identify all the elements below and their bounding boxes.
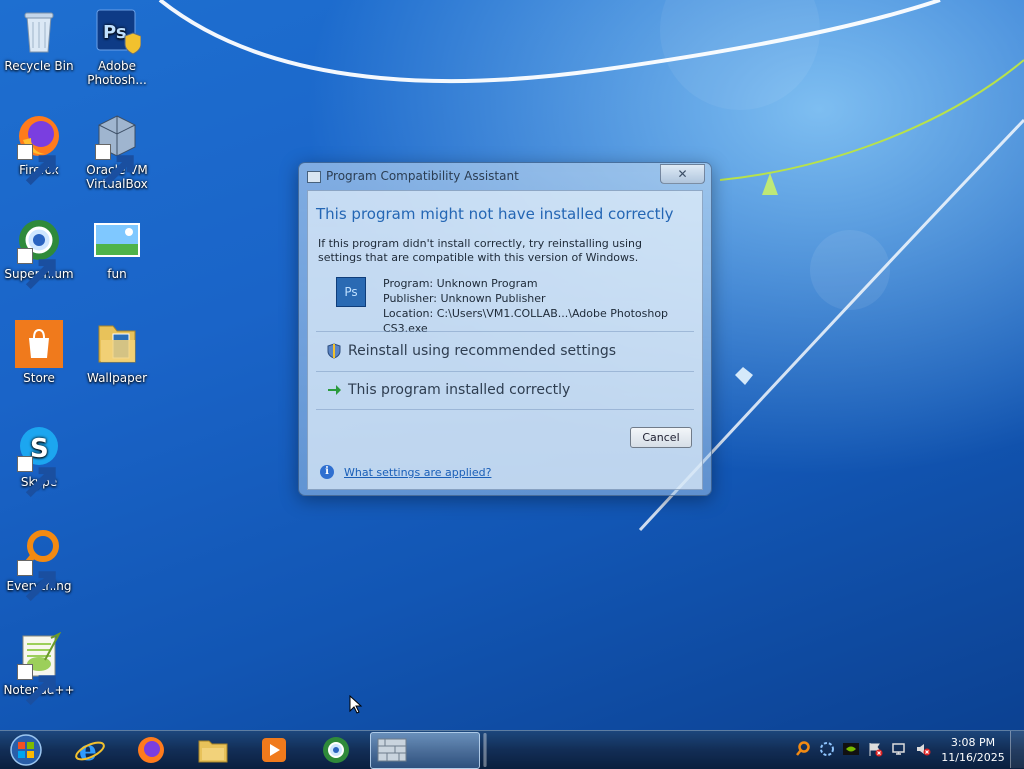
store-icon: [15, 320, 63, 368]
folder-icon: [93, 320, 141, 368]
dialog-titlebar[interactable]: Program Compatibility Assistant ✕: [299, 163, 711, 189]
program-name: Program: Unknown Program: [383, 277, 538, 290]
taskbar-supermium[interactable]: [309, 733, 363, 767]
dialog-content: This program might not have installed co…: [307, 190, 703, 490]
recycle-bin-icon: [15, 8, 63, 56]
desktop-icon-everything[interactable]: Everything: [0, 528, 78, 602]
everything-search-icon: [15, 528, 63, 602]
close-button[interactable]: ✕: [660, 164, 705, 184]
media-player-icon: [262, 738, 286, 762]
mouse-cursor-icon: [349, 695, 363, 714]
window-app-icon: [307, 171, 321, 183]
internet-explorer-icon: e: [75, 735, 105, 765]
reinstall-option-label: Reinstall using recommended settings: [348, 343, 617, 359]
desktop-icon-notepadpp[interactable]: Notepad++: [0, 632, 78, 706]
firefox-icon: [138, 737, 164, 763]
taskbar-divider: [483, 733, 487, 767]
desktop-icon-skype[interactable]: S Skype: [0, 424, 78, 498]
nvidia-tray-icon[interactable]: [843, 741, 859, 757]
shortcut-arrow-icon: [17, 664, 56, 706]
skype-icon: S: [15, 424, 63, 498]
network-tray-icon[interactable]: [891, 741, 907, 757]
desktop-icon-supermium[interactable]: Supermium: [0, 216, 78, 290]
desktop-icon-recycle-bin[interactable]: Recycle Bin: [0, 8, 78, 73]
installed-correctly-option[interactable]: This program installed correctly: [320, 376, 690, 404]
desktop-icon-virtualbox[interactable]: Oracle VM VirtualBox: [78, 112, 156, 191]
clock-time: 3:08 PM: [950, 736, 996, 749]
cancel-button[interactable]: Cancel: [630, 427, 692, 448]
divider: [316, 371, 694, 372]
divider: [316, 409, 694, 410]
dialog-footer: i What settings are applied?: [308, 455, 702, 489]
compatibility-assistant-icon: [377, 738, 407, 762]
desktop-icon-fun[interactable]: fun: [78, 216, 156, 281]
search-tray-icon[interactable]: [795, 741, 811, 757]
green-arrow-icon: [328, 385, 341, 395]
desktop-icon-label: Recycle Bin: [4, 59, 74, 73]
desktop-icon-label: Wallpaper: [86, 371, 148, 385]
flag-tray-icon[interactable]: [867, 741, 883, 757]
taskbar-internet-explorer[interactable]: e: [63, 733, 117, 767]
dialog-headline: This program might not have installed co…: [316, 205, 674, 223]
installed-option-label: This program installed correctly: [348, 382, 571, 398]
divider: [316, 331, 694, 332]
shortcut-arrow-icon: [17, 248, 56, 290]
show-desktop-button[interactable]: [1010, 731, 1024, 768]
desktop-icon-store[interactable]: Store: [0, 320, 78, 385]
taskbar-firefox[interactable]: [124, 733, 178, 767]
photoshop-icon: Ps: [93, 8, 141, 56]
settings-help-link[interactable]: What settings are applied?: [344, 466, 491, 479]
desktop-icon-label: fun: [107, 267, 127, 281]
shortcut-arrow-icon: [17, 560, 56, 602]
sync-tray-icon[interactable]: [819, 741, 835, 757]
notepadpp-icon: [15, 632, 63, 706]
photoshop-program-icon: Ps: [336, 277, 366, 307]
image-file-icon: [93, 216, 141, 264]
virtualbox-icon: [93, 112, 141, 186]
dialog-title: Program Compatibility Assistant: [326, 169, 519, 183]
desktop-icon-adobe-photoshop[interactable]: Ps Adobe Photosh...: [78, 8, 156, 87]
shortcut-arrow-icon: [17, 144, 56, 186]
desktop-icon-label: Adobe Photosh...: [87, 59, 147, 87]
shield-icon: [327, 343, 341, 359]
info-icon: i: [320, 465, 334, 479]
shortcut-arrow-icon: [95, 144, 134, 186]
desktop-icon-label: Store: [23, 371, 55, 385]
taskbar-media-player[interactable]: [247, 733, 301, 767]
volume-muted-icon[interactable]: [915, 741, 931, 757]
desktop-icon-wallpaper[interactable]: Wallpaper: [78, 320, 156, 385]
file-explorer-icon: [198, 740, 228, 763]
svg-text:Ps: Ps: [103, 22, 127, 43]
taskbar-active-window[interactable]: [370, 732, 480, 769]
start-button[interactable]: [7, 733, 45, 767]
taskbar-clock[interactable]: 3:08 PM 11/16/2025: [940, 735, 1006, 765]
shortcut-arrow-icon: [17, 456, 56, 498]
reinstall-recommended-option[interactable]: Reinstall using recommended settings: [320, 337, 690, 365]
clock-date: 11/16/2025: [941, 751, 1005, 764]
program-publisher: Publisher: Unknown Publisher: [383, 292, 546, 305]
desktop-icon-firefox[interactable]: Firefox: [0, 112, 78, 186]
supermium-icon: [323, 737, 349, 763]
program-details: Program: Unknown Program Publisher: Unkn…: [383, 276, 702, 336]
compatibility-dialog: Program Compatibility Assistant ✕ This p…: [298, 162, 712, 496]
dialog-description: If this program didn't install correctly…: [318, 237, 642, 264]
taskbar: e 3:08 PM 11/16/2025: [0, 730, 1024, 769]
firefox-icon: [15, 112, 63, 186]
taskbar-file-explorer[interactable]: [186, 733, 240, 767]
supermium-icon: [15, 216, 63, 290]
